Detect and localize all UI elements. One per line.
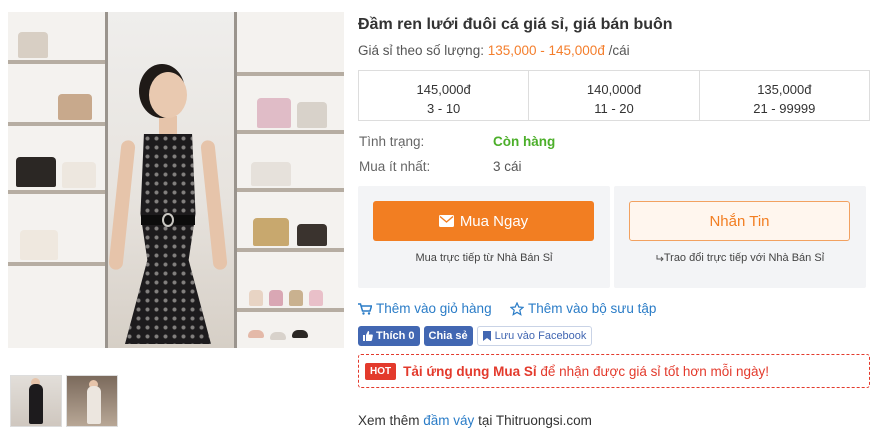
min-order-label: Mua ít nhất:	[359, 159, 431, 174]
category-link[interactable]: đầm váy	[423, 413, 474, 428]
stock-label: Tình trạng:	[359, 134, 425, 149]
price-tier: 135,000đ 21 - 99999	[698, 71, 869, 120]
reply-icon	[656, 255, 664, 262]
facebook-save-button[interactable]: Lưu vào Facebook	[476, 326, 593, 346]
product-title: Đầm ren lưới đuôi cá giá sỉ, giá bán buô…	[358, 16, 673, 33]
cart-icon	[358, 302, 372, 315]
price-suffix: /cái	[608, 43, 630, 58]
message-label: Nhắn Tin	[709, 212, 770, 230]
see-more-line: Xem thêm đầm váy tại Thitruongsi.com	[358, 413, 592, 428]
buy-now-label: Mua Ngay	[459, 212, 529, 230]
promo-rest: để nhận được giá sỉ tốt hơn mỗi ngày!	[536, 363, 770, 379]
price-range-line: Giá sỉ theo số lượng: 135,000 - 145,000đ…	[358, 43, 630, 58]
shelf-right	[234, 12, 344, 348]
buy-now-panel: Mua Ngay Mua trực tiếp từ Nhà Bán Sỉ	[358, 186, 610, 288]
facebook-share-button[interactable]: Chia sẻ	[423, 326, 473, 346]
thumbnail-2[interactable]	[66, 375, 118, 427]
model-figure	[108, 72, 228, 348]
facebook-save-label: Lưu vào Facebook	[494, 330, 587, 342]
see-more-prefix: Xem thêm	[358, 413, 424, 428]
message-caption-text: Trao đổi trực tiếp với Nhà Bán Sỉ	[663, 252, 825, 264]
facebook-like-label: Thích 0	[376, 330, 415, 342]
add-to-collection-link[interactable]: Thêm vào bộ sưu tập	[510, 301, 656, 316]
tier-quantity: 11 - 20	[594, 101, 634, 116]
tier-price: 140,000đ	[586, 82, 642, 97]
shelf-left	[8, 12, 108, 348]
add-to-cart-link[interactable]: Thêm vào giỏ hàng	[358, 301, 492, 316]
min-order-value: 3 cái	[493, 159, 522, 174]
stock-status: Còn hàng	[493, 134, 556, 149]
tier-price: 135,000đ	[757, 82, 812, 97]
star-outline-icon	[510, 301, 524, 316]
thumbs-up-icon	[363, 331, 373, 341]
see-more-suffix: tại Thitruongsi.com	[474, 413, 592, 428]
tier-quantity: 21 - 99999	[753, 101, 816, 116]
promo-text: Tải ứng dụng Mua Sỉ để nhận được giá sỉ …	[403, 364, 769, 379]
tier-quantity: 3 - 10	[427, 101, 461, 116]
promo-link[interactable]: Tải ứng dụng Mua Sỉ	[403, 364, 537, 379]
message-button[interactable]: Nhắn Tin	[629, 201, 850, 241]
app-promo-banner[interactable]: HOT Tải ứng dụng Mua Sỉ để nhận được giá…	[358, 354, 870, 388]
envelope-icon	[438, 215, 454, 227]
bookmark-icon	[482, 331, 491, 341]
message-panel: Nhắn Tin Trao đổi trực tiếp với Nhà Bán …	[614, 186, 866, 288]
price-tier-table: 145,000đ 3 - 10 140,000đ 11 - 20 135,000…	[358, 70, 870, 121]
buy-now-caption: Mua trực tiếp từ Nhà Bán Sỉ	[415, 252, 553, 264]
buy-now-button[interactable]: Mua Ngay	[373, 201, 594, 241]
facebook-actions: Thích 0 Chia sẻ Lưu vào Facebook	[358, 326, 593, 346]
add-to-collection-label: Thêm vào bộ sưu tập	[528, 301, 657, 316]
hot-badge: HOT	[365, 362, 397, 380]
thumbnail-1[interactable]	[10, 375, 62, 427]
price-tier: 140,000đ 11 - 20	[528, 71, 698, 120]
add-to-cart-label: Thêm vào giỏ hàng	[376, 301, 492, 316]
message-caption: Trao đổi trực tiếp với Nhà Bán Sỉ	[614, 252, 866, 264]
price-tier: 145,000đ 3 - 10	[359, 71, 528, 120]
price-prefix: Giá sỉ theo số lượng:	[358, 43, 484, 58]
tier-price: 145,000đ	[416, 82, 471, 97]
facebook-like-button[interactable]: Thích 0	[358, 326, 420, 346]
price-range: 135,000 - 145,000đ	[487, 43, 605, 58]
facebook-share-label: Chia sẻ	[428, 330, 468, 342]
product-main-image[interactable]	[8, 12, 344, 348]
